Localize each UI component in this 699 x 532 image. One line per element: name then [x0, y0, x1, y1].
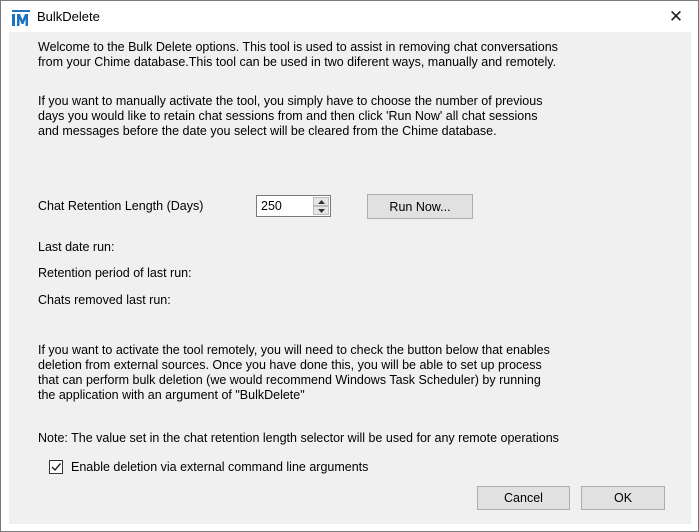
close-icon: ✕: [668, 6, 684, 26]
run-now-button[interactable]: Run Now...: [367, 194, 473, 219]
retention-days-input[interactable]: [259, 197, 313, 215]
ok-button[interactable]: OK: [581, 486, 665, 510]
stepper-down-button[interactable]: [313, 206, 329, 215]
close-button[interactable]: ✕: [654, 1, 698, 32]
remote-note: Note: The value set in the chat retentio…: [38, 431, 559, 445]
chevron-down-icon: [317, 208, 325, 213]
retention-period-label: Retention period of last run:: [38, 266, 192, 280]
stepper-buttons: [313, 197, 329, 215]
dialog-body: Welcome to the Bulk Delete options. This…: [9, 32, 691, 524]
enable-external-label: Enable deletion via external command lin…: [71, 460, 369, 474]
checkmark-icon: [51, 463, 62, 472]
cancel-button[interactable]: Cancel: [477, 486, 570, 510]
last-date-run-label: Last date run:: [38, 240, 115, 254]
retention-days-stepper[interactable]: [256, 195, 331, 217]
bulkdelete-window: BulkDelete ✕ Welcome to the Bulk Delete …: [0, 0, 699, 532]
app-logo-icon: [12, 10, 30, 26]
chevron-up-icon: [317, 199, 325, 204]
enable-external-checkbox[interactable]: [49, 460, 63, 474]
window-title: BulkDelete: [37, 9, 100, 24]
retention-length-label: Chat Retention Length (Days): [38, 199, 204, 213]
stepper-up-button[interactable]: [313, 197, 329, 206]
intro-paragraph-2: If you want to manually activate the too…: [38, 94, 543, 138]
remote-paragraph: If you want to activate the tool remotel…: [38, 343, 550, 402]
title-bar[interactable]: BulkDelete ✕: [1, 1, 698, 32]
intro-paragraph-1: Welcome to the Bulk Delete options. This…: [38, 40, 558, 69]
chats-removed-label: Chats removed last run:: [38, 293, 171, 307]
